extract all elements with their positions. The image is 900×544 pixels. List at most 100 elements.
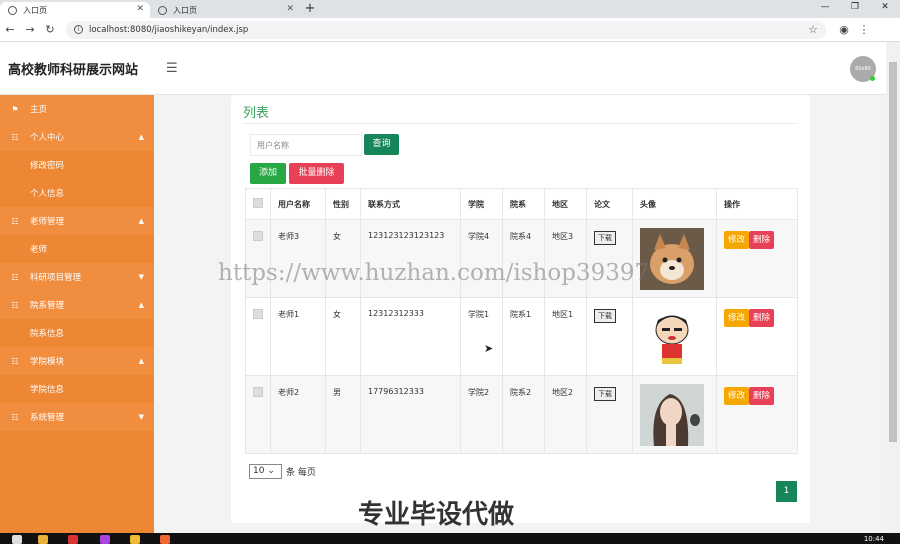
online-status-dot — [870, 76, 875, 81]
caret-icon: ▲ — [138, 301, 144, 309]
sidebar-item[interactable]: 修改密码 — [0, 151, 154, 179]
clock: 10:44 — [863, 535, 884, 543]
browser-tab-1[interactable]: 入口页 ✕ — [0, 2, 150, 18]
folder-icon[interactable] — [38, 535, 48, 544]
caret-icon: ▲ — [138, 133, 144, 141]
delete-button[interactable]: 删除 — [749, 309, 775, 327]
add-button[interactable]: 添加 — [250, 163, 286, 184]
app-icon[interactable] — [100, 535, 110, 544]
reload-icon[interactable]: ↻ — [40, 23, 60, 36]
sidebar-item[interactable]: 个人信息 — [0, 179, 154, 207]
delete-button[interactable]: 删除 — [749, 231, 775, 249]
caret-icon: ▼ — [138, 413, 144, 421]
forward-arrow-icon[interactable]: → — [20, 23, 40, 36]
bookmark-star-icon[interactable]: ☆ — [808, 23, 818, 36]
start-icon[interactable] — [12, 535, 22, 544]
page-number-button[interactable]: 1 — [776, 481, 797, 502]
app-icon[interactable] — [130, 535, 140, 544]
browser-tabbar: 入口页 ✕ 入口页 ✕ + — ❐ ✕ — [0, 0, 900, 18]
sidebar-item[interactable]: ☷ 院系管理 ▲ — [0, 291, 154, 319]
cell-name: 老师2 — [270, 375, 326, 454]
scrollbar-thumb[interactable] — [889, 62, 897, 442]
hamburger-menu-icon[interactable]: ☰ — [166, 61, 178, 76]
sidebar-item[interactable]: ☷ 科研项目管理 ▼ — [0, 263, 154, 291]
table-row: 老师1 女 12312312333 学院1 院系1 地区1 下载 修改 删除 — [245, 297, 798, 376]
browser-tab-2[interactable]: 入口页 ✕ — [150, 2, 300, 18]
table-row: 老师2 男 17796312333 学院2 院系2 地区2 下载 修改 删除 — [245, 375, 798, 454]
maximize-button[interactable]: ❐ — [840, 0, 870, 14]
cell-contact: 12312312333 — [360, 297, 461, 376]
grid-icon: ☷ — [11, 216, 19, 226]
row-checkbox[interactable] — [253, 231, 263, 241]
window-controls: — ❐ ✕ — [810, 0, 900, 14]
app-icon[interactable] — [160, 535, 170, 544]
page-title: 列表 — [243, 106, 270, 121]
back-arrow-icon[interactable]: ← — [0, 23, 20, 36]
grid-icon: ☷ — [11, 300, 19, 310]
sidebar-item[interactable]: ⚑ 主页 — [0, 95, 154, 123]
edit-button[interactable]: 修改 — [724, 387, 750, 405]
app-header: 高校教师科研展示网站 ☰ 80x80 — [0, 42, 886, 95]
menu-dots-icon[interactable]: ⋮ — [854, 23, 874, 36]
globe-icon — [8, 5, 17, 15]
sidebar-item[interactable]: 老师 — [0, 235, 154, 263]
avatar[interactable]: 80x80 — [850, 56, 876, 82]
batch-delete-button[interactable]: 批量删除 — [289, 163, 344, 184]
sidebar-item[interactable]: ☷ 个人中心 ▲ — [0, 123, 154, 151]
close-tab-icon[interactable]: ✕ — [286, 4, 294, 14]
sidebar-item[interactable]: ☷ 老师管理 ▲ — [0, 207, 154, 235]
cartoon-boy-image — [632, 297, 717, 376]
table-header-row: 用户名称 性别 联系方式 学院 院系 地区 论文 头像 操作 — [245, 188, 798, 220]
sidebar-item-label: 学院信息 — [30, 385, 65, 395]
edit-button[interactable]: 修改 — [724, 309, 750, 327]
sidebar-item-label: 个人信息 — [30, 189, 65, 199]
cell-college: 学院1 — [460, 297, 503, 376]
sidebar-item-label: 学院模块 — [30, 357, 65, 367]
avatar-text: 80x80 — [855, 66, 871, 72]
globe-icon — [158, 5, 167, 15]
close-tab-icon[interactable]: ✕ — [136, 4, 144, 14]
col-header: 性别 — [325, 188, 361, 220]
row-checkbox[interactable] — [253, 387, 263, 397]
sidebar-item[interactable]: ☷ 系统管理 ▼ — [0, 403, 154, 431]
cell-gender: 女 — [325, 297, 361, 376]
sidebar-item-label: 院系管理 — [30, 301, 65, 311]
profile-icon[interactable]: ◉ — [834, 23, 854, 36]
sidebar-item[interactable]: 学院信息 — [0, 375, 154, 403]
col-header: 头像 — [632, 188, 717, 220]
data-table: 用户名称 性别 联系方式 学院 院系 地区 论文 头像 操作 老师3 女 12312… — [245, 188, 798, 454]
sidebar-item-label: 修改密码 — [30, 161, 65, 171]
minimize-button[interactable]: — — [810, 0, 840, 14]
download-button[interactable]: 下载 — [594, 309, 616, 323]
close-window-button[interactable]: ✕ — [870, 0, 900, 14]
browser-toolbar: ← → ↻ i localhost:8080/jiaoshikeyan/inde… — [0, 18, 900, 42]
address-bar[interactable]: i localhost:8080/jiaoshikeyan/index.jsp … — [66, 20, 826, 39]
cell-dept: 院系1 — [502, 297, 545, 376]
tab-label: 入口页 — [23, 5, 47, 15]
tab-label: 入口页 — [173, 5, 197, 15]
sidebar-item-label: 老师 — [30, 245, 48, 255]
mouse-cursor-icon: ➤ — [484, 342, 494, 355]
page-size-select[interactable]: 10 ⌄ — [249, 464, 282, 479]
grid-icon: ☷ — [11, 272, 19, 282]
search-input[interactable]: 用户名称 — [250, 134, 362, 156]
delete-button[interactable]: 删除 — [749, 387, 775, 405]
new-tab-button[interactable]: + — [300, 2, 320, 18]
pagination-size: 10 ⌄ 条 每页 — [249, 464, 316, 479]
download-button[interactable]: 下载 — [594, 387, 616, 401]
sidebar-item[interactable]: ☷ 学院模块 ▲ — [0, 347, 154, 375]
chrome-icon[interactable] — [68, 535, 78, 544]
query-button[interactable]: 查询 — [364, 134, 399, 155]
scrollbar[interactable] — [886, 42, 900, 533]
row-checkbox[interactable] — [253, 309, 263, 319]
select-all-checkbox[interactable] — [253, 198, 263, 208]
caret-icon: ▲ — [138, 217, 144, 225]
sidebar-item-label: 科研项目管理 — [30, 273, 82, 283]
caret-icon: ▲ — [138, 357, 144, 365]
edit-button[interactable]: 修改 — [724, 231, 750, 249]
sidebar-item-label: 系统管理 — [30, 413, 65, 423]
sidebar-item-label: 老师管理 — [30, 217, 65, 227]
info-icon[interactable]: i — [74, 25, 83, 34]
sidebar-item[interactable]: 院系信息 — [0, 319, 154, 347]
download-button[interactable]: 下载 — [594, 231, 616, 245]
